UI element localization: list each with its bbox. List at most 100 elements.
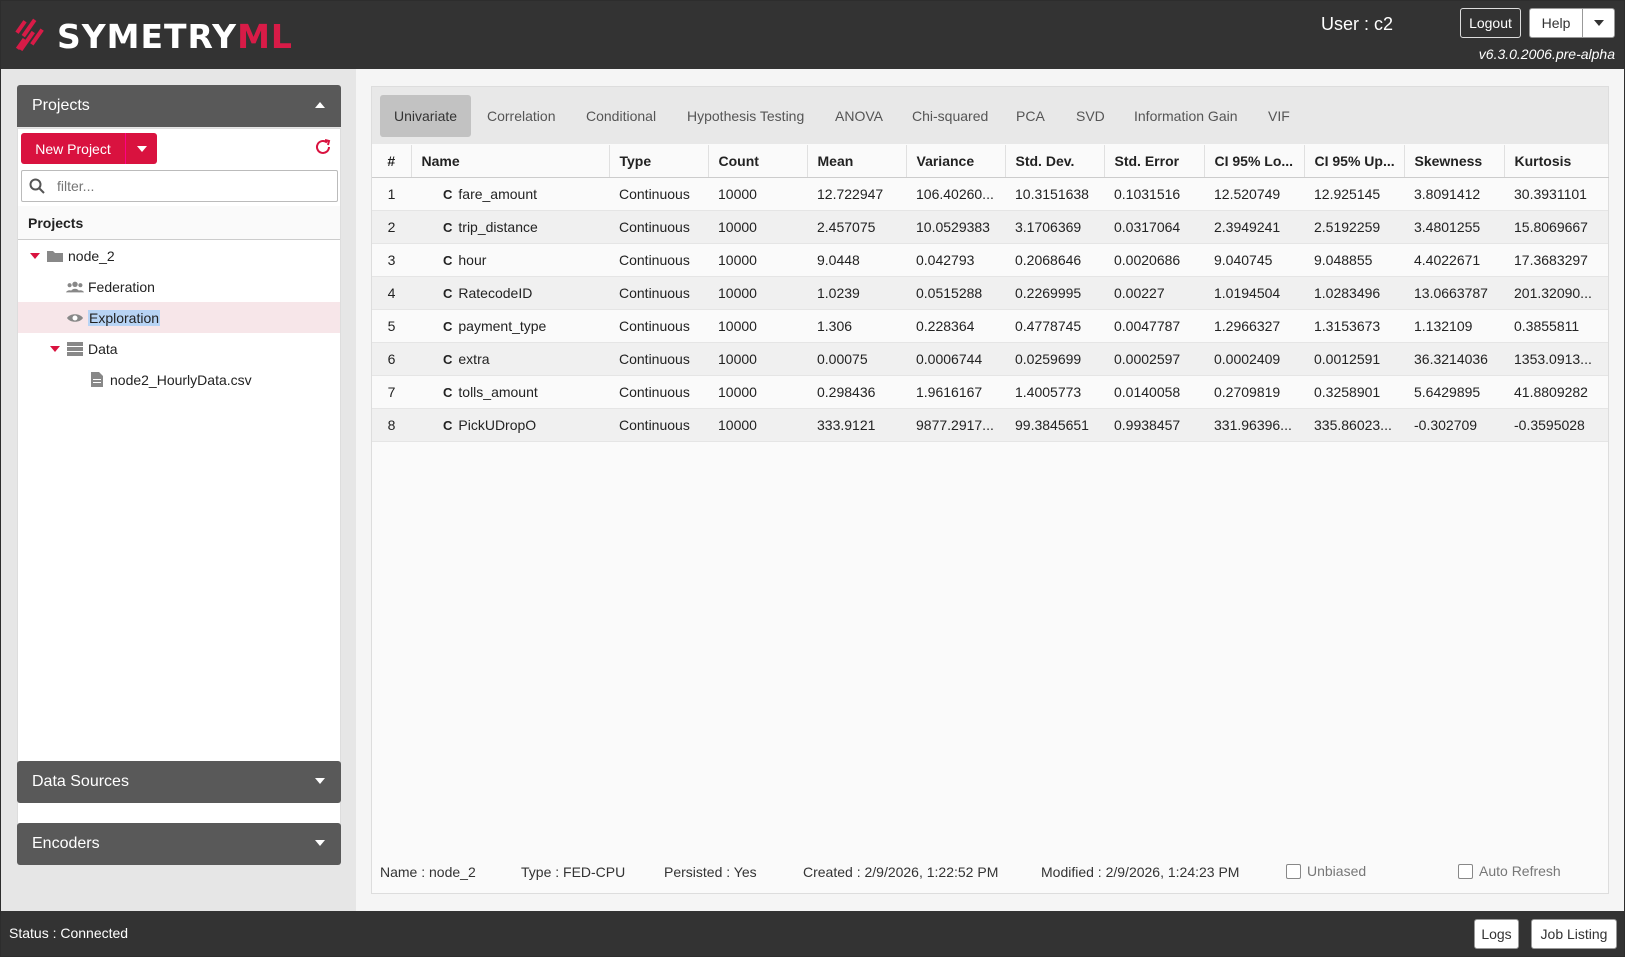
tree-item-node-2[interactable]: node_2 [18, 240, 340, 271]
app-header: SYMETRYML User : c2 Logout Help v6.3.0.2… [1, 1, 1624, 69]
exploration-card: Univariate Correlation Conditional Hypot… [371, 86, 1609, 894]
tab-univariate[interactable]: Univariate [380, 95, 472, 137]
tab-pca[interactable]: PCA [1002, 95, 1059, 137]
checkbox-icon[interactable] [1286, 863, 1301, 879]
table-row[interactable]: 5 Cpayment_type Continuous 10000 1.306 0.2283… [372, 309, 1608, 343]
data-sources-accordion-header[interactable]: Data Sources [17, 761, 341, 803]
logs-button[interactable]: Logs [1474, 919, 1519, 949]
file-icon [88, 372, 106, 388]
auto-refresh-checkbox[interactable]: Auto Refresh [1458, 863, 1561, 879]
table-cell: 0.0140058 [1104, 375, 1204, 409]
table-header-row: # Name Type Count Mean Variance Std. Dev… [372, 145, 1609, 178]
table-cell: 12.520749 [1204, 177, 1304, 211]
tree-title: Projects [18, 206, 340, 240]
caret-down-icon [136, 145, 147, 152]
column-header[interactable]: Std. Error [1104, 145, 1205, 178]
refresh-icon[interactable] [314, 138, 332, 156]
column-header[interactable]: Mean [807, 145, 907, 178]
table-row[interactable]: 6 Cextra Continuous 10000 0.00075 0.0006744 0.… [372, 342, 1608, 376]
table-row[interactable]: 1 Cfare_amount Continuous 10000 12.722947 106… [372, 177, 1608, 211]
table-cell: Cextra [411, 342, 609, 376]
column-header[interactable]: Kurtosis [1504, 145, 1609, 178]
tab-svd[interactable]: SVD [1062, 95, 1119, 137]
projects-accordion-header[interactable]: Projects [17, 85, 341, 127]
table-cell: 7 [372, 375, 411, 409]
variable-name: tolls_amount [458, 383, 538, 400]
tree-item-file[interactable]: node2_HourlyData.csv [18, 364, 340, 395]
encoders-accordion-header[interactable]: Encoders [17, 823, 341, 865]
new-project-dropdown[interactable] [126, 145, 157, 152]
job-listing-button[interactable]: Job Listing [1531, 919, 1617, 949]
table-cell: 0.2068646 [1005, 243, 1104, 277]
filter-field[interactable] [21, 170, 338, 202]
expand-arrow-icon [315, 778, 325, 784]
project-modified: Modified : 2/9/2026, 1:24:23 PM [1041, 864, 1240, 880]
column-header[interactable]: Name [411, 145, 610, 178]
table-cell: 10000 [708, 375, 807, 409]
table-cell: 0.9938457 [1104, 408, 1204, 442]
table-cell: 106.40260... [906, 177, 1005, 211]
column-header[interactable]: Variance [906, 145, 1006, 178]
expand-arrow-icon[interactable] [50, 345, 60, 352]
help-button[interactable]: Help [1529, 8, 1583, 38]
tab-information-gain[interactable]: Information Gain [1120, 95, 1252, 137]
tab-chi-squared[interactable]: Chi-squared [898, 95, 1002, 137]
tree-item-federation[interactable]: Federation [18, 271, 340, 302]
column-header[interactable]: Skewness [1404, 145, 1505, 178]
tree-item-data[interactable]: Data [18, 333, 340, 364]
tab-anova[interactable]: ANOVA [821, 95, 897, 137]
checkbox-icon[interactable] [1458, 863, 1473, 879]
tree-item-label: Exploration [88, 309, 161, 326]
project-created: Created : 2/9/2026, 1:22:52 PM [803, 864, 999, 880]
table-cell: 0.298436 [807, 375, 906, 409]
type-badge: C [443, 384, 453, 400]
column-header[interactable]: Std. Dev. [1005, 145, 1105, 178]
tab-correlation[interactable]: Correlation [473, 95, 569, 137]
tab-conditional[interactable]: Conditional [572, 95, 670, 137]
table-cell: 10000 [708, 276, 807, 310]
table-row[interactable]: 7 Ctolls_amount Continuous 10000 0.298436 1.9… [372, 375, 1608, 409]
table-cell: C RatecodeID [411, 276, 609, 310]
table-cell: Continuous [609, 243, 708, 277]
table-cell: 3.1706369 [1005, 210, 1104, 244]
new-project-button[interactable]: New Project [21, 133, 157, 164]
project-info-footer: Name : node_2 Type : FED-CPU Persisted :… [372, 851, 1608, 893]
table-row[interactable]: 4 C RatecodeID Continuous 10000 1.0239 0.05152… [372, 276, 1608, 310]
table-cell: 0.3855811 [1504, 309, 1608, 343]
type-badge: C [443, 285, 453, 301]
search-icon [22, 178, 52, 194]
tab-hypothesis-testing[interactable]: Hypothesis Testing [673, 95, 818, 137]
table-cell: 10000 [708, 408, 807, 442]
table-row[interactable]: 3 Chour Continuous 10000 9.0448 0.042793 0.206… [372, 243, 1608, 277]
connection-status: Status : Connected [9, 925, 129, 941]
expand-arrow-icon[interactable] [30, 252, 40, 259]
user-label: User : c2 [1320, 14, 1393, 34]
table-cell: 10000 [708, 309, 807, 343]
logout-button[interactable]: Logout [1460, 8, 1521, 38]
logo-mark-icon [15, 18, 44, 52]
tree-item-label: Federation [88, 278, 155, 295]
table-cell: 2 [372, 210, 411, 244]
table-row[interactable]: 8 C PickUDropO Continuous 10000 333.9121 9877.… [372, 408, 1608, 442]
column-header[interactable]: CI 95% Lo... [1204, 145, 1305, 178]
column-header[interactable]: Count [708, 145, 808, 178]
tab-vif[interactable]: VIF [1254, 95, 1304, 137]
table-cell: Continuous [609, 309, 708, 343]
table-cell: 1.306 [807, 309, 906, 343]
table-cell: 10000 [708, 210, 807, 244]
column-header[interactable]: # [372, 145, 412, 178]
tree-item-exploration[interactable]: Exploration [18, 302, 340, 333]
column-header[interactable]: Type [609, 145, 709, 178]
unbiased-checkbox[interactable]: Unbiased [1286, 863, 1366, 879]
data-sources-label: Data Sources [32, 773, 129, 790]
table-row[interactable]: 2 Ctrip_distance Continuous 10000 2.457075 10… [372, 210, 1608, 244]
help-dropdown-button[interactable] [1582, 8, 1615, 38]
column-header[interactable]: CI 95% Up... [1304, 145, 1405, 178]
table-cell: 3.4801255 [1404, 210, 1504, 244]
type-badge: C [443, 186, 453, 202]
filter-input[interactable] [57, 178, 327, 194]
table-cell: C PickUDropO [411, 408, 609, 442]
collapse-arrow-icon [315, 102, 325, 108]
project-persisted: Persisted : Yes [664, 864, 757, 880]
eye-icon [66, 310, 84, 326]
